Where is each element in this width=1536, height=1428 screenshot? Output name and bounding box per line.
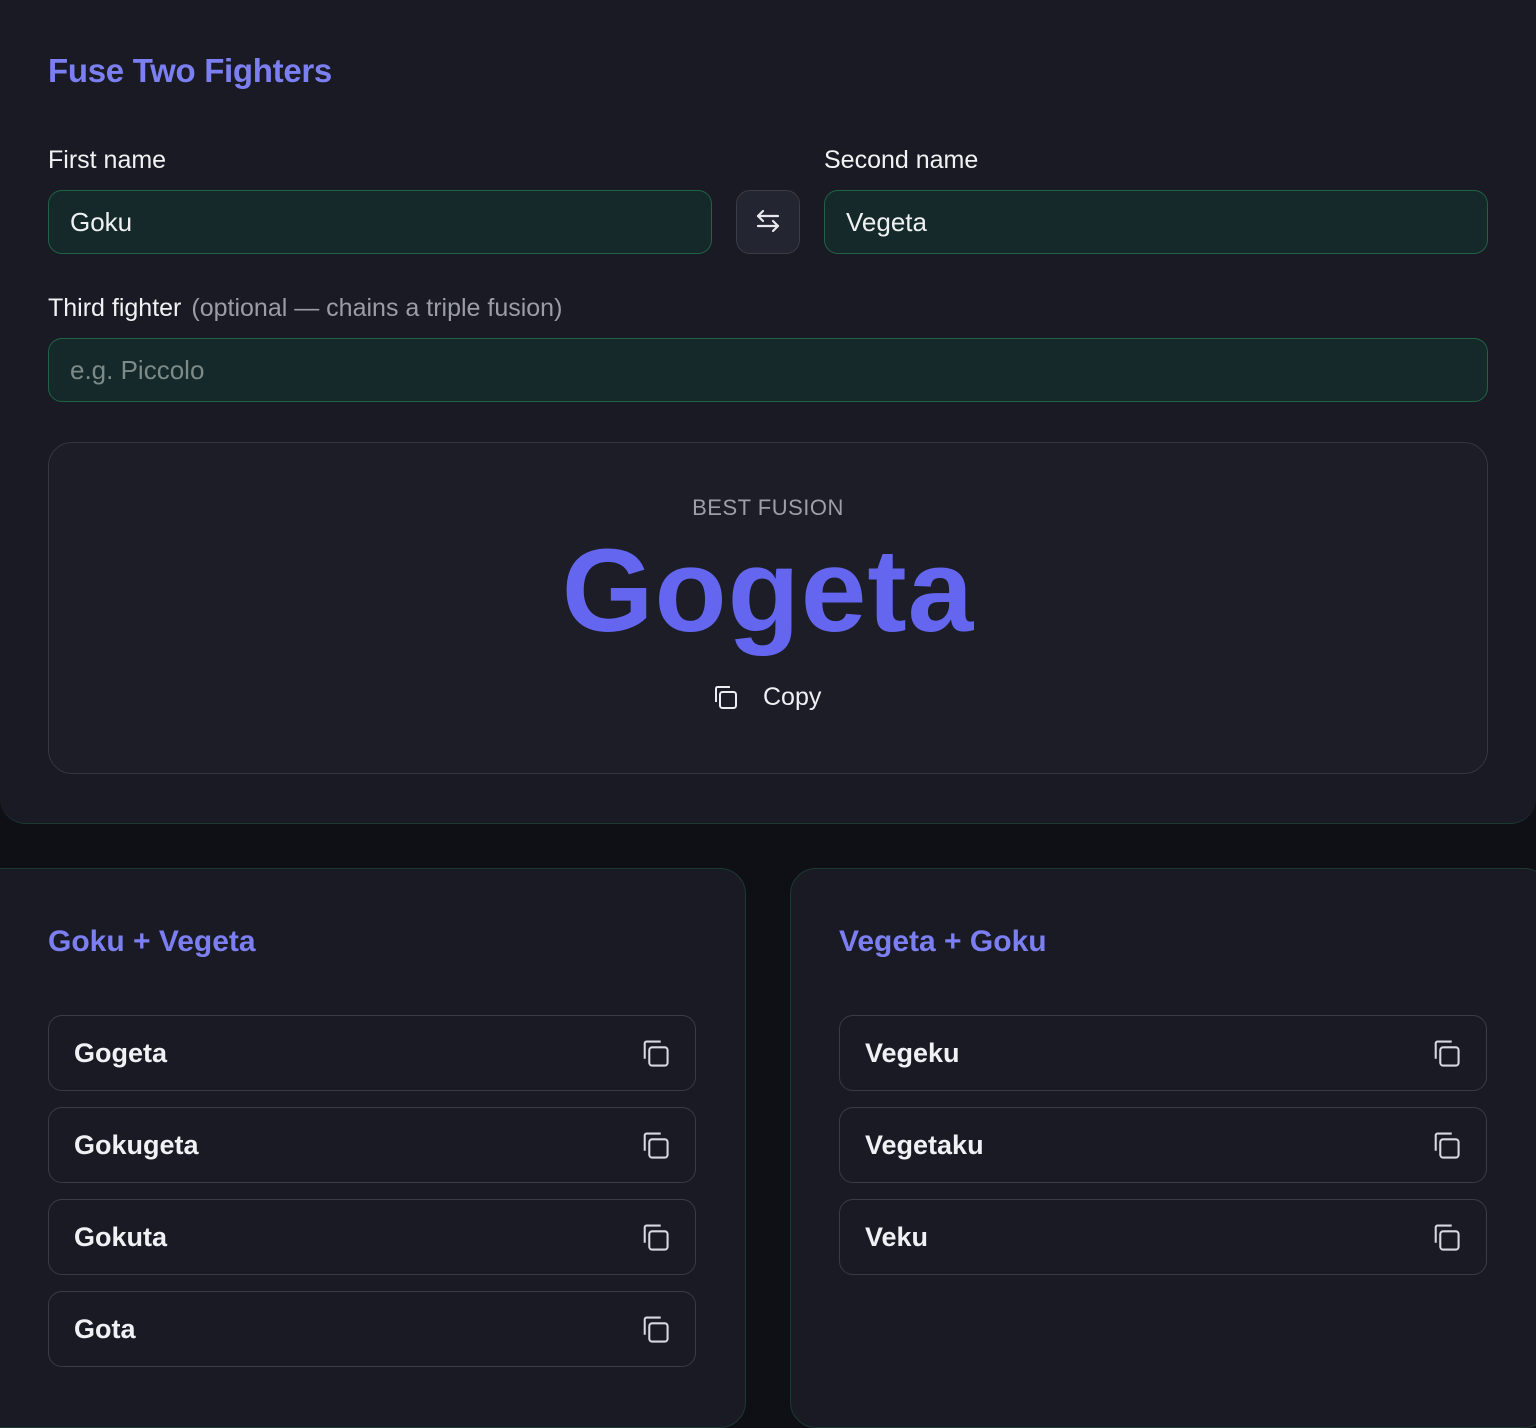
copy-icon[interactable] (639, 1037, 671, 1069)
first-name-label: First name (48, 146, 167, 174)
fusion-item[interactable]: Vegeku (839, 1015, 1487, 1091)
page-title: Fuse Two Fighters (48, 52, 332, 89)
fusion-name: Gogeta (74, 1037, 168, 1068)
copy-icon[interactable] (639, 1129, 671, 1161)
third-fighter-label-row: Third fighter (optional — chains a triple… (48, 294, 562, 323)
third-fighter-input[interactable] (48, 338, 1488, 402)
fusion-form-card: Fuse Two Fighters First name Second name… (0, 0, 1536, 824)
copy-icon[interactable] (1430, 1129, 1462, 1161)
fusion-item[interactable]: Veku (839, 1199, 1487, 1275)
third-fighter-label: Third fighter (48, 294, 182, 322)
copy-label: Copy (763, 682, 822, 711)
fusion-name: Vegetaku (865, 1129, 984, 1160)
fusion-list-title: Goku + Vegeta (48, 925, 256, 958)
fusion-name: Veku (865, 1221, 929, 1252)
fusion-name: Vegeku (865, 1037, 960, 1068)
fusion-list-card-second: Vegeta + Goku Vegeku Vegetaku Veku (790, 868, 1536, 1428)
fusion-list: Vegeku Vegetaku Veku (839, 1015, 1487, 1291)
fusion-list-title: Vegeta + Goku (839, 925, 1047, 958)
copy-icon[interactable] (639, 1221, 671, 1253)
fusion-list: Gogeta Gokugeta Gokuta Gota (48, 1015, 696, 1383)
swap-arrows-icon (753, 206, 783, 239)
best-fusion-label: BEST FUSION (692, 495, 844, 520)
fusion-name: Gota (74, 1313, 136, 1344)
first-name-input[interactable] (48, 190, 712, 254)
second-name-label: Second name (824, 146, 979, 174)
fusion-name: Gokugeta (74, 1129, 199, 1160)
fusion-item[interactable]: Gota (48, 1291, 696, 1367)
copy-icon[interactable] (1430, 1221, 1462, 1253)
best-fusion-name: Gogeta (561, 525, 975, 657)
fusion-name: Gokuta (74, 1221, 168, 1252)
copy-icon (709, 681, 741, 713)
fusion-item[interactable]: Gokuta (48, 1199, 696, 1275)
third-fighter-hint: (optional — chains a triple fusion) (191, 294, 563, 322)
swap-names-button[interactable] (736, 190, 800, 254)
second-name-input[interactable] (824, 190, 1488, 254)
copy-best-fusion-button[interactable]: Copy (709, 677, 829, 717)
fusion-item[interactable]: Gogeta (48, 1015, 696, 1091)
fusion-item[interactable]: Vegetaku (839, 1107, 1487, 1183)
fusion-list-card-first: Goku + Vegeta Gogeta Gokugeta Gokuta Gota (0, 868, 746, 1428)
copy-icon[interactable] (1430, 1037, 1462, 1069)
copy-icon[interactable] (639, 1313, 671, 1345)
best-fusion-panel: BEST FUSION Gogeta Copy (48, 442, 1488, 774)
fusion-item[interactable]: Gokugeta (48, 1107, 696, 1183)
